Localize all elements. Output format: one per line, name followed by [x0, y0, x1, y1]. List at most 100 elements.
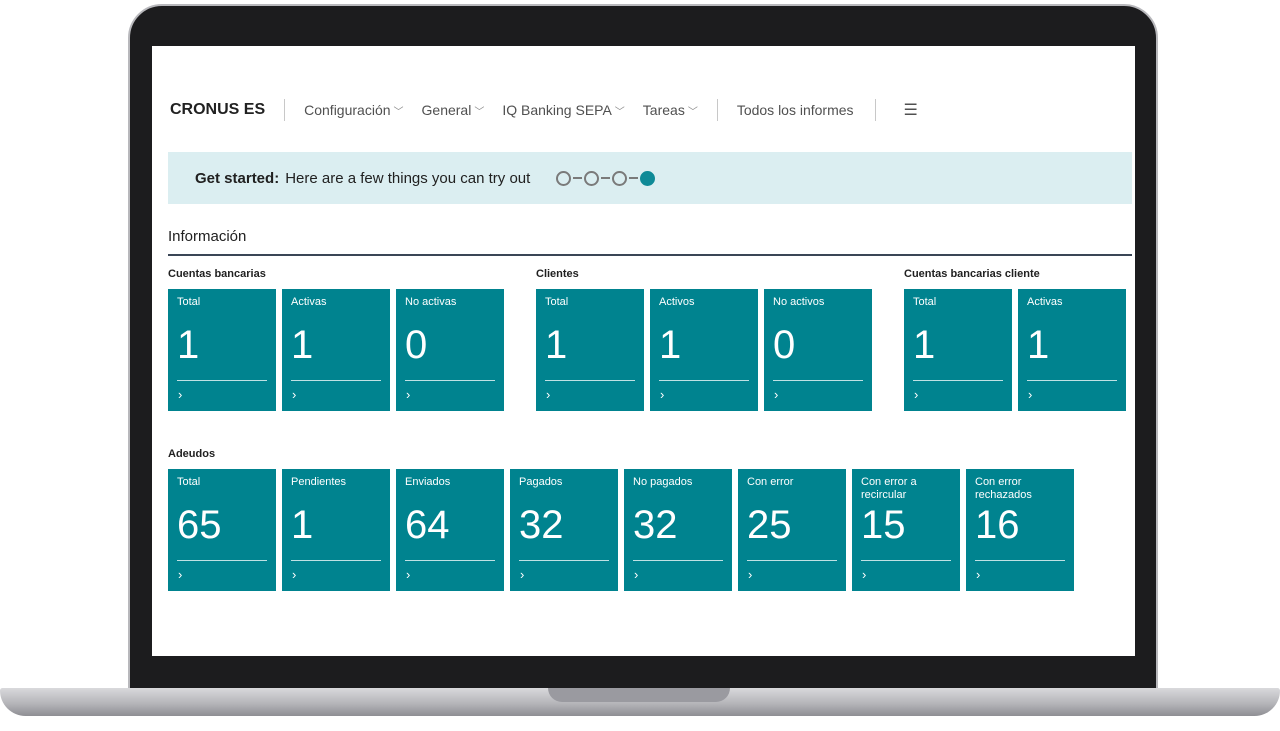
tile-divider — [177, 560, 267, 561]
tile-divider — [659, 380, 749, 381]
tile-value: 1 — [1027, 323, 1050, 367]
chevron-right-icon: › — [1028, 387, 1033, 402]
tile-value: 65 — [177, 503, 222, 547]
tile-divider — [861, 560, 951, 561]
tile-clientes-no-activos[interactable]: No activos 0 › — [764, 289, 872, 411]
tile-value: 0 — [773, 323, 796, 367]
tile-adeudos-total[interactable]: Total 65 › — [168, 469, 276, 591]
tile-divider — [405, 380, 495, 381]
tile-label: No activos — [773, 296, 825, 308]
chevron-right-icon: › — [660, 387, 665, 402]
step-dot[interactable] — [556, 170, 572, 186]
tile-label: Pendientes — [291, 476, 347, 488]
hamburger-menu-icon[interactable]: ☰ — [904, 100, 918, 120]
tile-divider — [633, 560, 723, 561]
tile-adeudos-pagados[interactable]: Pagados 32 › — [510, 469, 618, 591]
group-label-cuentas-bancarias: Cuentas bancarias — [168, 268, 266, 280]
all-reports-link[interactable]: Todos los informes — [737, 102, 854, 118]
chevron-right-icon: › — [178, 387, 183, 402]
tile-divider — [405, 560, 495, 561]
get-started-banner[interactable]: Get started: Here are a few things you c… — [168, 152, 1132, 204]
tile-value: 1 — [913, 323, 936, 367]
tile-label: Con error — [747, 476, 794, 488]
chevron-right-icon: › — [406, 567, 411, 582]
step-indicator — [556, 170, 656, 186]
chevron-right-icon: › — [862, 567, 867, 582]
nav-divider — [874, 99, 876, 121]
tile-divider — [1027, 380, 1117, 381]
nav-divider — [284, 99, 286, 121]
tile-value: 1 — [177, 323, 200, 367]
step-dot[interactable] — [584, 170, 600, 186]
banner-title: Get started: — [195, 169, 280, 187]
chevron-down-icon: ﹀ — [393, 106, 404, 118]
tile-adeudos-no-pagados[interactable]: No pagados 32 › — [624, 469, 732, 591]
section-title: Información — [168, 228, 247, 245]
tile-label: Activas — [1027, 296, 1063, 308]
tile-value: 25 — [747, 503, 792, 547]
chevron-right-icon: › — [292, 567, 297, 582]
tile-label: Total — [177, 476, 201, 488]
group-label-adeudos: Adeudos — [168, 448, 216, 460]
chevron-down-icon: ﹀ — [474, 106, 485, 118]
group-label-clientes: Clientes — [536, 268, 579, 280]
step-connector — [573, 177, 583, 179]
chevron-right-icon: › — [748, 567, 753, 582]
company-name[interactable]: CRONUS ES — [170, 101, 265, 119]
step-connector — [629, 177, 639, 179]
tile-label: Total — [913, 296, 937, 308]
tile-value: 32 — [633, 503, 678, 547]
tile-adeudos-error-rechazados[interactable]: Con error rechazados 16 › — [966, 469, 1074, 591]
tile-label: Activas — [291, 296, 327, 308]
tile-label: Total — [177, 296, 201, 308]
tile-clientes-total[interactable]: Total 1 › — [536, 289, 644, 411]
tile-value: 1 — [659, 323, 682, 367]
tile-divider — [291, 560, 381, 561]
tile-value: 32 — [519, 503, 564, 547]
chevron-down-icon: ﹀ — [687, 106, 698, 118]
tile-adeudos-enviados[interactable]: Enviados 64 › — [396, 469, 504, 591]
chevron-right-icon: › — [406, 387, 411, 402]
tile-value: 64 — [405, 503, 450, 547]
tile-label: Con error a recircular — [861, 476, 917, 501]
chevron-right-icon: › — [546, 387, 551, 402]
tile-cuentas-cliente-activas[interactable]: Activas 1 › — [1018, 289, 1126, 411]
tile-cuentas-cliente-total[interactable]: Total 1 › — [904, 289, 1012, 411]
chevron-right-icon: › — [292, 387, 297, 402]
tile-adeudos-con-error[interactable]: Con error 25 › — [738, 469, 846, 591]
group-label-cuentas-cliente: Cuentas bancarias cliente — [904, 268, 1040, 280]
banner-text: Here are a few things you can try out — [285, 169, 531, 187]
menu-iq-banking-sepa[interactable]: IQ Banking SEPA ﹀ — [502, 102, 624, 118]
tile-divider — [291, 380, 381, 381]
step-connector — [601, 177, 611, 179]
tile-divider — [913, 380, 1003, 381]
tile-divider — [545, 380, 635, 381]
menu-tareas[interactable]: Tareas ﹀ — [643, 102, 698, 118]
tile-value: 1 — [545, 323, 568, 367]
tile-label: Enviados — [405, 476, 451, 488]
step-dot-active[interactable] — [640, 170, 656, 186]
tile-cuentas-total[interactable]: Total 1 › — [168, 289, 276, 411]
tile-value: 0 — [405, 323, 428, 367]
tile-value: 1 — [291, 323, 314, 367]
app-screen: CRONUS ES Configuración ﹀ General ﹀ IQ B… — [152, 46, 1135, 656]
chevron-right-icon: › — [976, 567, 981, 582]
nav-divider — [716, 99, 718, 121]
section-divider — [168, 254, 1132, 256]
tile-value: 1 — [291, 503, 314, 547]
tile-label: Pagados — [519, 476, 563, 488]
tile-label: Con error rechazados — [975, 476, 1032, 501]
menu-configuracion[interactable]: Configuración ﹀ — [304, 102, 403, 118]
menu-label: Tareas — [642, 102, 685, 118]
tile-adeudos-pendientes[interactable]: Pendientes 1 › — [282, 469, 390, 591]
chevron-right-icon: › — [914, 387, 919, 402]
tile-cuentas-activas[interactable]: Activas 1 › — [282, 289, 390, 411]
menu-label: Configuración — [304, 102, 391, 118]
step-dot[interactable] — [612, 170, 628, 186]
tile-label: No pagados — [633, 476, 693, 488]
menu-general[interactable]: General ﹀ — [422, 102, 485, 118]
tile-clientes-activos[interactable]: Activos 1 › — [650, 289, 758, 411]
tile-cuentas-no-activas[interactable]: No activas 0 › — [396, 289, 504, 411]
tile-adeudos-error-recircular[interactable]: Con error a recircular 15 › — [852, 469, 960, 591]
tile-label: Total — [545, 296, 569, 308]
